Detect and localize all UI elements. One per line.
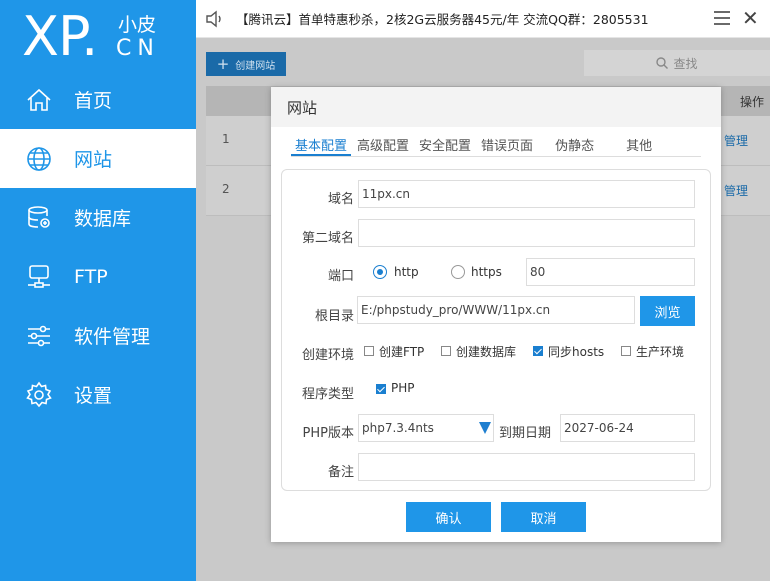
dialog-title: 网站 — [271, 87, 721, 127]
note-input[interactable] — [358, 453, 695, 481]
tab-other[interactable]: 其他 — [622, 131, 656, 156]
sidebar-nav: 首页 网站 数据库 FTP 软件管理 设置 — [0, 70, 196, 424]
create-website-label: 创建网站 — [235, 60, 276, 72]
production-checkbox[interactable] — [621, 346, 631, 356]
sidebar-item-label: 设置 — [74, 385, 113, 407]
https-option-label: https — [471, 265, 502, 279]
sidebar-item-ftp[interactable]: FTP — [0, 247, 196, 306]
sidebar-item-label: 数据库 — [74, 208, 132, 230]
second-domain-input[interactable] — [358, 219, 695, 247]
menu-icon[interactable] — [714, 11, 730, 25]
sidebar-item-home[interactable]: 首页 — [0, 70, 196, 129]
sidebar-item-label: 首页 — [74, 90, 113, 112]
sync-hosts-checkbox[interactable] — [533, 346, 543, 356]
browse-button[interactable]: 浏览 — [640, 296, 695, 326]
https-radio[interactable] — [451, 265, 465, 279]
logo-small-text: 小皮 — [118, 14, 157, 36]
row-number: 2 — [222, 182, 230, 196]
sidebar-item-label: 软件管理 — [74, 326, 151, 348]
root-dir-input[interactable]: E:/phpstudy_pro/WWW/11px.cn — [357, 296, 635, 324]
globe-icon — [24, 144, 54, 174]
sync-hosts-label: 同步hosts — [548, 345, 605, 359]
production-label: 生产环境 — [636, 345, 685, 359]
note-label: 备注 — [327, 465, 354, 480]
http-option-label: http — [394, 265, 419, 279]
tab-security[interactable]: 安全配置 — [415, 131, 475, 156]
search-icon — [656, 57, 669, 69]
home-icon — [24, 85, 54, 115]
tab-rewrite[interactable]: 伪静态 — [551, 131, 598, 156]
create-website-button[interactable]: + 创建网站 — [206, 52, 286, 76]
plus-icon: + — [216, 55, 230, 73]
sliders-icon — [24, 321, 54, 351]
port-label: 端口 — [327, 269, 354, 284]
php-checkbox[interactable] — [376, 384, 386, 394]
dialog-tabs: 基本配置 高级配置 安全配置 错误页面 伪静态 其他 — [291, 131, 701, 157]
column-header-action: 操作 — [739, 95, 764, 109]
domain-label: 域名 — [327, 192, 354, 207]
topbar: 【腾讯云】首单特惠秒杀，2核2G云服务器45元/年 交流QQ群：2805531 … — [196, 0, 770, 38]
sidebar: XP. 小皮 CN 首页 网站 数据库 FTP 软件管理 设置 — [0, 0, 196, 581]
search-label: 查找 — [673, 56, 698, 71]
php-version-label: PHP版本 — [302, 426, 354, 441]
search-input[interactable]: 查找 — [584, 50, 770, 76]
manage-link[interactable]: 管理 — [724, 132, 748, 149]
create-db-label: 创建数据库 — [456, 345, 517, 359]
speaker-icon — [206, 10, 221, 27]
php-option-label: PHP — [391, 381, 415, 395]
gear-icon — [24, 380, 54, 410]
sidebar-item-label: FTP — [74, 265, 108, 288]
sidebar-item-label: 网站 — [74, 149, 113, 171]
ftp-icon — [24, 262, 54, 292]
expire-date-input[interactable]: 2027-06-24 — [560, 414, 695, 442]
sidebar-item-software[interactable]: 软件管理 — [0, 306, 196, 365]
sidebar-item-website[interactable]: 网站 — [0, 129, 196, 188]
logo-brand: XP. — [22, 5, 98, 68]
row-number: 1 — [222, 132, 230, 146]
env-label: 创建环境 — [301, 348, 354, 363]
logo-suffix: CN — [116, 36, 160, 61]
logo: XP. 小皮 CN — [22, 6, 192, 68]
expire-date-label: 到期日期 — [499, 426, 552, 441]
domain-input[interactable]: 11px.cn — [358, 180, 695, 208]
root-dir-label: 根目录 — [314, 309, 354, 324]
second-domain-label: 第二域名 — [301, 231, 354, 246]
cancel-button[interactable]: 取消 — [501, 502, 586, 532]
announcement-text[interactable]: 【腾讯云】首单特惠秒杀，2核2G云服务器45元/年 交流QQ群：2805531 — [236, 9, 649, 28]
confirm-button[interactable]: 确认 — [406, 502, 491, 532]
create-db-checkbox[interactable] — [441, 346, 451, 356]
program-type-label: 程序类型 — [301, 387, 354, 402]
port-input[interactable]: 80 — [526, 258, 695, 286]
tab-advanced[interactable]: 高级配置 — [353, 131, 413, 156]
website-dialog: 网站 基本配置 高级配置 安全配置 错误页面 伪静态 其他 域名 11px.cn… — [271, 87, 721, 542]
create-ftp-label: 创建FTP — [379, 345, 425, 359]
form-panel: 域名 11px.cn 第二域名 端口 http https 80 根目录 E:/… — [281, 169, 711, 491]
php-version-select[interactable]: php7.3.4nts — [358, 414, 494, 442]
sidebar-item-database[interactable]: 数据库 — [0, 188, 196, 247]
dropdown-arrow-icon — [479, 422, 491, 434]
create-ftp-checkbox[interactable] — [364, 346, 374, 356]
http-radio[interactable] — [373, 265, 387, 279]
tab-error-pages[interactable]: 错误页面 — [477, 131, 537, 156]
manage-link[interactable]: 管理 — [724, 182, 748, 199]
sidebar-item-settings[interactable]: 设置 — [0, 365, 196, 424]
database-icon — [24, 203, 54, 233]
close-icon[interactable]: ✕ — [742, 8, 759, 28]
tab-basic[interactable]: 基本配置 — [291, 131, 352, 156]
php-version-value: php7.3.4nts — [362, 421, 434, 435]
